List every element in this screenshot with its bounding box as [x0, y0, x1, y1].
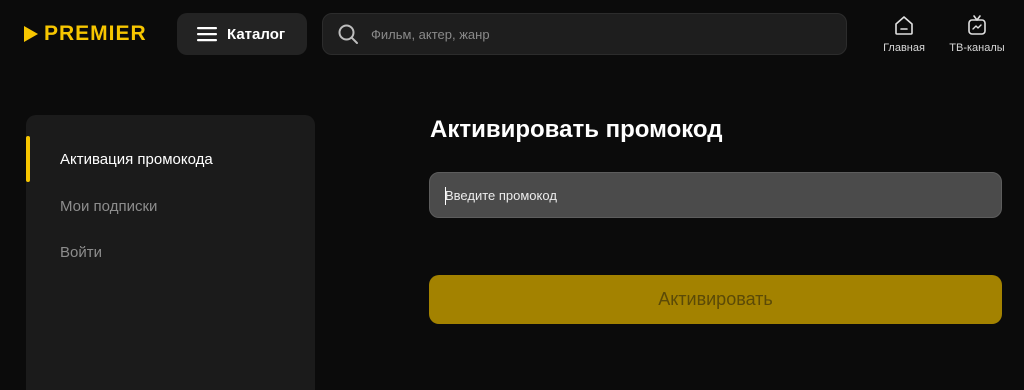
text-caret: [445, 187, 446, 205]
promo-code-field[interactable]: [429, 172, 1002, 218]
account-sidebar: Активация промокода Мои подписки Войти: [26, 115, 315, 390]
active-indicator: [26, 136, 30, 182]
sidebar-item-label: Войти: [60, 243, 102, 261]
promo-code-input[interactable]: [445, 187, 985, 203]
sidebar-item-label: Активация промокода: [60, 150, 213, 168]
nav-home[interactable]: Главная: [880, 14, 928, 54]
tv-icon: [968, 15, 986, 35]
nav-tv-channels[interactable]: ТВ-каналы: [944, 14, 1010, 54]
play-triangle-icon: [24, 26, 38, 42]
sidebar-item-label: Мои подписки: [60, 197, 158, 215]
sidebar-item-promo-activation[interactable]: Активация промокода: [26, 136, 315, 182]
menu-burger-icon: [197, 27, 217, 42]
activate-button[interactable]: Активировать: [429, 275, 1002, 324]
search-input[interactable]: [371, 26, 811, 42]
nav-home-label: Главная: [883, 42, 925, 54]
sidebar-item-login[interactable]: Войти: [26, 229, 315, 275]
premier-logo[interactable]: PREMIER: [24, 22, 147, 46]
nav-tv-label: ТВ-каналы: [949, 42, 1005, 54]
top-header: PREMIER Каталог Главная ТВ-каналы: [0, 0, 1024, 70]
home-icon: [895, 16, 913, 35]
sidebar-item-subscriptions[interactable]: Мои подписки: [26, 183, 315, 229]
page-title: Активировать промокод: [430, 116, 723, 143]
search-icon: [338, 24, 358, 44]
catalog-button[interactable]: Каталог: [177, 13, 307, 55]
search-bar[interactable]: [322, 13, 847, 55]
logo-text: PREMIER: [44, 22, 147, 45]
catalog-label: Каталог: [227, 25, 286, 43]
